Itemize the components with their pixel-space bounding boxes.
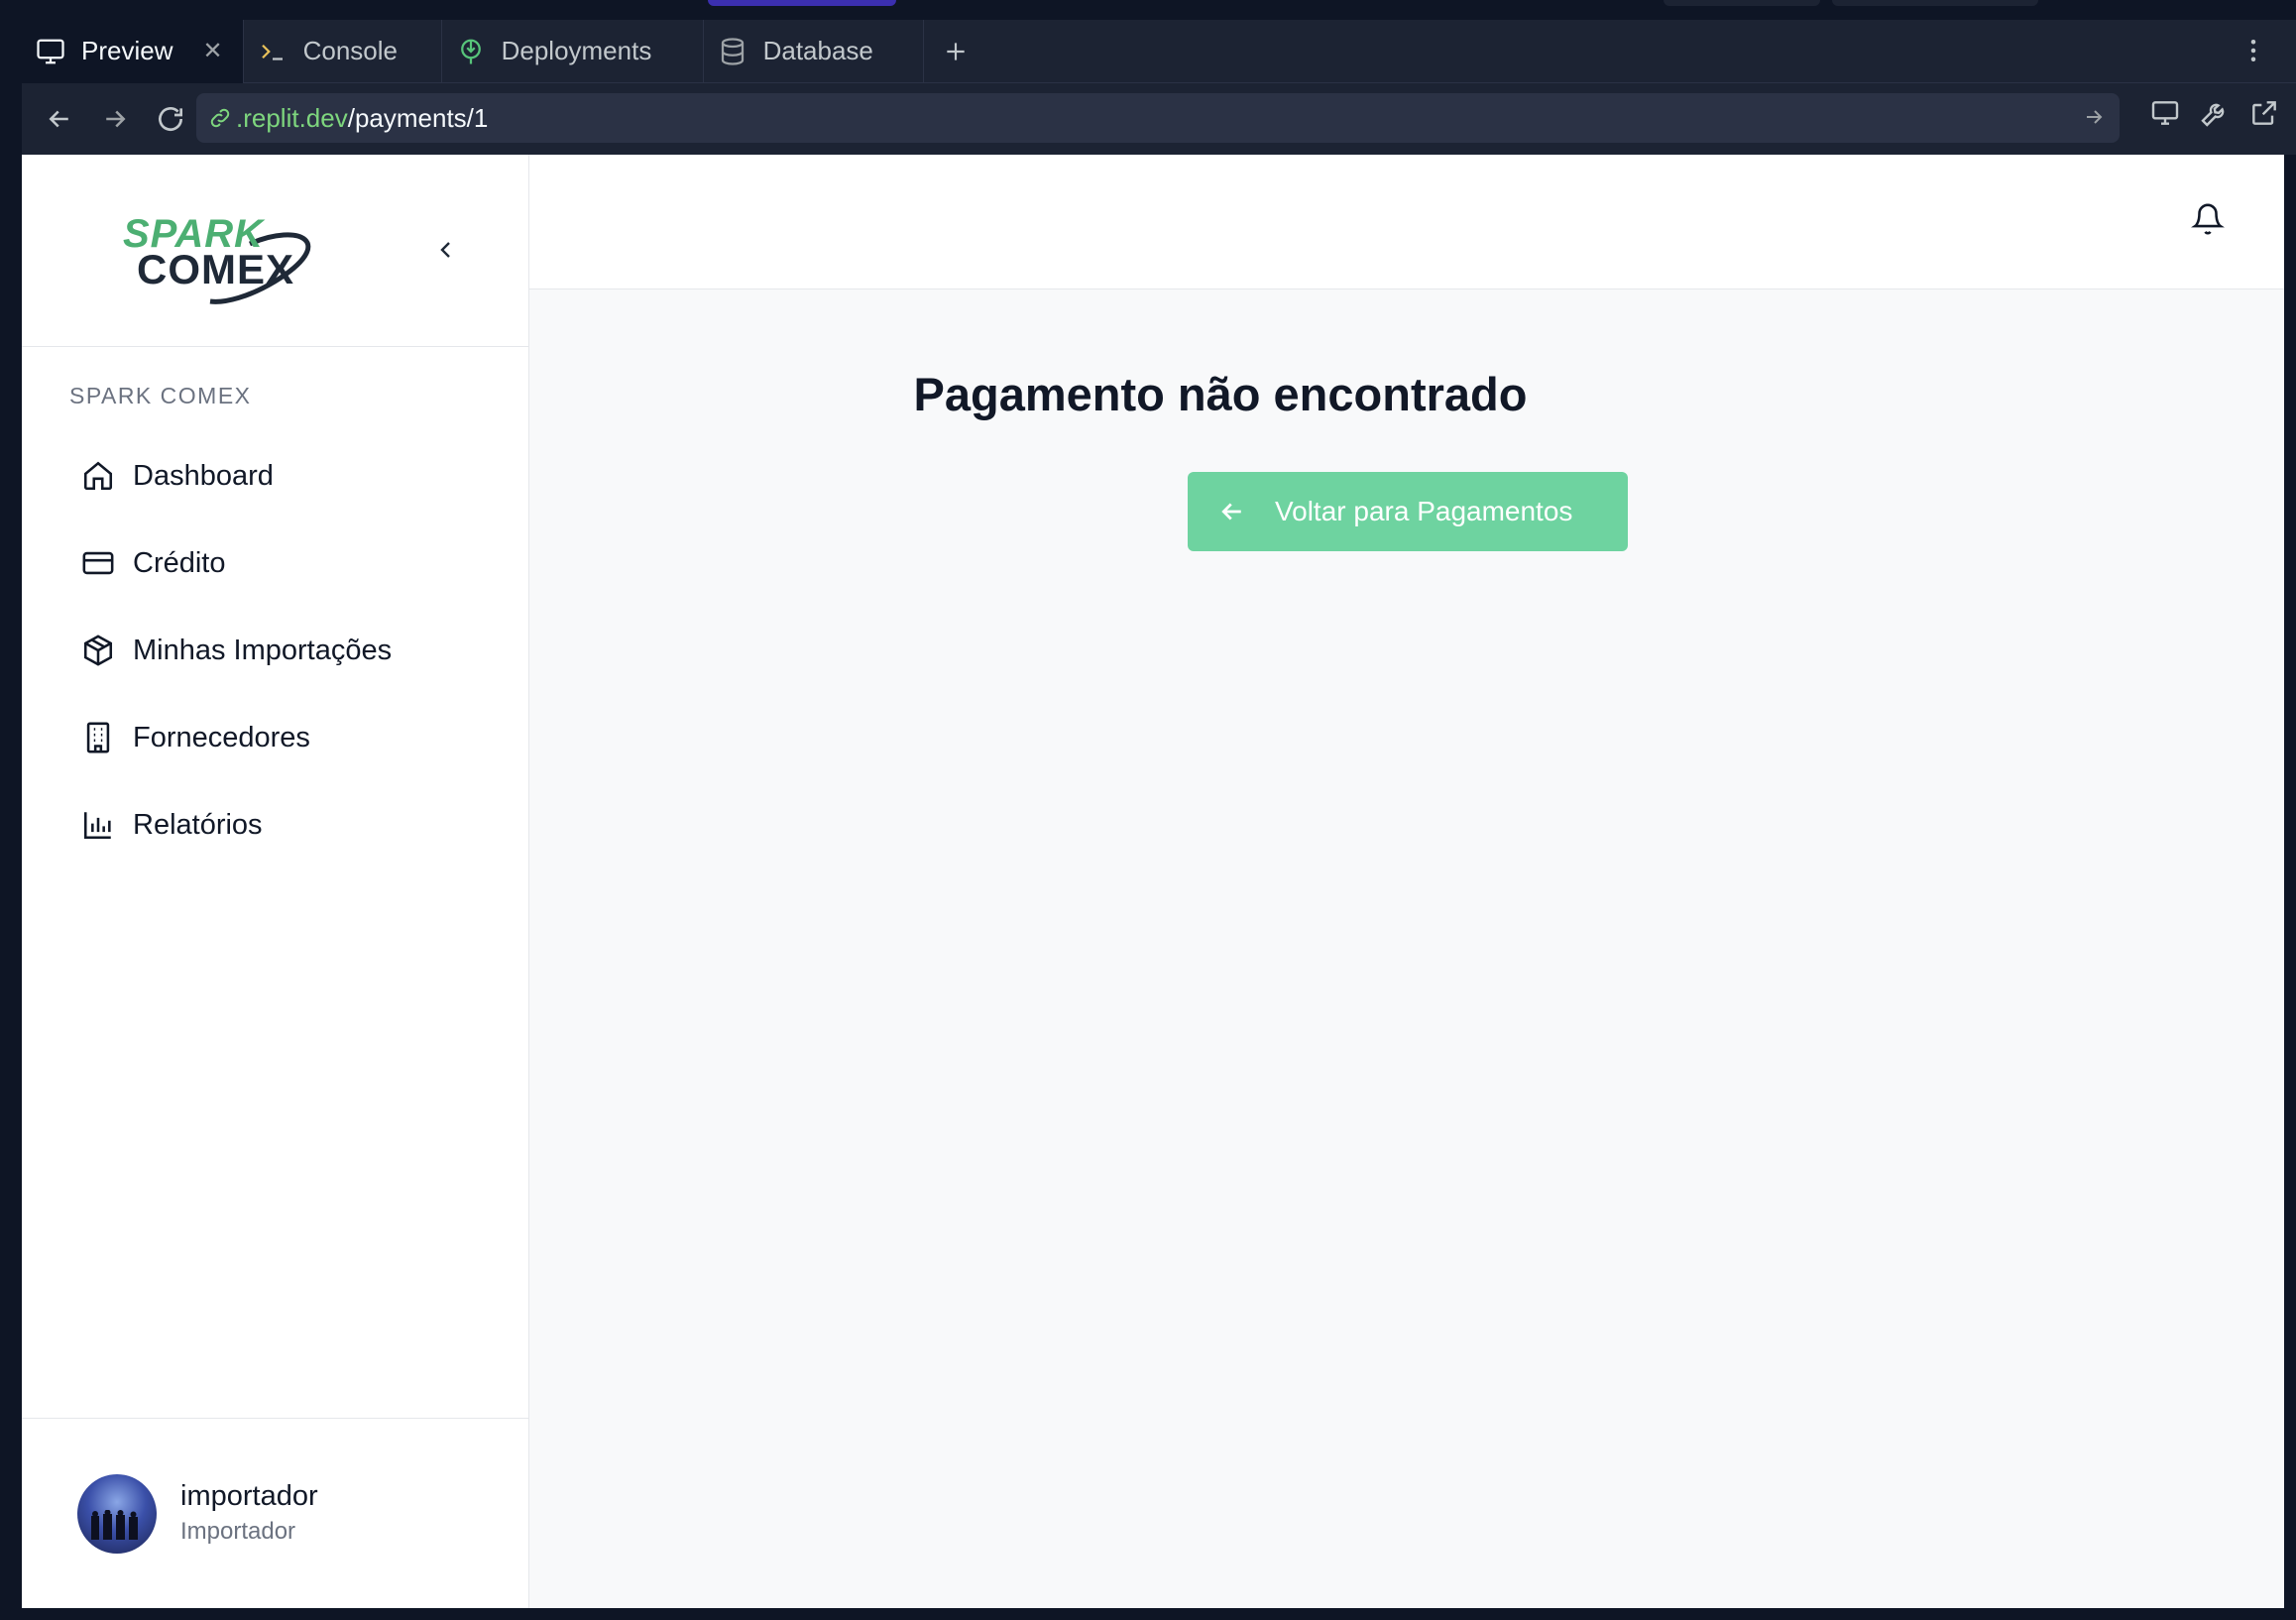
new-tab-button[interactable]: [924, 20, 987, 83]
arrow-right-icon: [106, 110, 126, 128]
url-tools: [2149, 97, 2280, 129]
chevron-left-icon: [440, 242, 450, 258]
bell-icon: [2191, 203, 2225, 235]
notifications-button[interactable]: [2191, 202, 2225, 241]
more-menu-button[interactable]: [2239, 36, 2268, 70]
sidebar-item-importacoes[interactable]: Minhas Importações: [81, 607, 498, 694]
tab-deployments[interactable]: Deployments: [442, 19, 704, 83]
sidebar-item-label: Fornecedores: [133, 721, 310, 753]
tab-label: Deployments: [501, 36, 652, 65]
database-icon: [721, 37, 744, 65]
top-pill: [1664, 0, 1820, 6]
package-icon: [83, 635, 113, 666]
logo-area: SPARK COMEX: [22, 155, 528, 347]
tab-database[interactable]: Database: [704, 19, 924, 83]
forward-nav-button[interactable]: [87, 91, 143, 147]
brand-bottom: COMEX: [137, 246, 295, 292]
tab-preview[interactable]: Preview ✕: [22, 19, 244, 83]
sidebar-item-label: Minhas Importações: [133, 634, 393, 666]
user-name: importador: [180, 1480, 318, 1512]
sidebar-item-label: Dashboard: [133, 459, 274, 492]
sidebar-item-relatorios[interactable]: Relatórios: [81, 781, 498, 868]
sidebar-item-fornecedores[interactable]: Fornecedores: [81, 694, 498, 781]
building-icon: [86, 722, 110, 753]
back-nav-button[interactable]: [32, 91, 87, 147]
more-vertical-icon: [2250, 40, 2256, 61]
main-content: Pagamento não encontrado Voltar para Pag…: [529, 289, 2284, 1608]
app-viewport: SPARK COMEX SPARK COMEX Dashboard Crédit…: [22, 155, 2284, 1608]
back-button-label: Voltar para Pagamentos: [1275, 496, 1573, 526]
sidebar-item-dashboard[interactable]: Dashboard: [81, 432, 498, 520]
top-header: [529, 155, 2284, 289]
close-icon[interactable]: ✕: [202, 37, 222, 65]
tab-console[interactable]: Console: [244, 19, 442, 83]
bar-chart-icon: [83, 812, 111, 840]
external-link-icon[interactable]: [2248, 97, 2280, 129]
collapse-sidebar-button[interactable]: [428, 232, 464, 268]
top-pill: [708, 0, 896, 6]
window-top-strip: [0, 0, 2296, 20]
top-pill: [1832, 0, 2038, 6]
tab-label: Console: [302, 36, 398, 65]
page-title: Pagamento não encontrado: [913, 368, 1528, 420]
sidebar-nav: Dashboard Crédito Minhas Importações For…: [81, 432, 498, 868]
devices-icon[interactable]: [2149, 97, 2181, 129]
monitor-icon: [37, 39, 64, 63]
arrow-left-icon: [1221, 503, 1241, 521]
url-host: .replit.dev: [236, 102, 348, 133]
user-role: Importador: [180, 1518, 296, 1545]
sidebar-item-credito[interactable]: Crédito: [81, 520, 498, 607]
url-input[interactable]: .replit.dev/payments/1: [196, 93, 2120, 143]
wrench-icon[interactable]: [2199, 97, 2231, 129]
avatar[interactable]: [77, 1474, 157, 1554]
user-profile[interactable]: importador Importador: [22, 1418, 529, 1608]
home-icon: [83, 461, 113, 491]
reload-button[interactable]: [143, 91, 198, 147]
url-path: /payments/1: [347, 102, 489, 133]
deployments-icon: [460, 39, 481, 63]
link-icon: [210, 108, 230, 128]
back-to-payments-button[interactable]: Voltar para Pagamentos: [1188, 472, 1628, 551]
credit-card-icon: [82, 551, 114, 575]
tab-label: Preview: [81, 36, 173, 65]
sidebar-item-label: Crédito: [133, 546, 226, 579]
reload-icon: [159, 107, 182, 131]
brand-logo[interactable]: SPARK COMEX: [101, 212, 329, 311]
arrow-left-icon: [49, 110, 68, 128]
sidebar-item-label: Relatórios: [133, 808, 263, 841]
sidebar: SPARK COMEX SPARK COMEX Dashboard Crédit…: [22, 155, 529, 1608]
go-arrow-icon[interactable]: [2082, 105, 2106, 136]
sidebar-section-label: SPARK COMEX: [69, 383, 252, 408]
tab-label: Database: [762, 36, 873, 65]
plus-icon: [946, 42, 965, 60]
tab-bar: Preview ✕ Console Deployments Database: [22, 19, 2296, 83]
terminal-icon: [261, 44, 283, 60]
avatar-photo: [91, 1510, 138, 1540]
url-toolbar: .replit.dev/payments/1: [22, 83, 2296, 155]
